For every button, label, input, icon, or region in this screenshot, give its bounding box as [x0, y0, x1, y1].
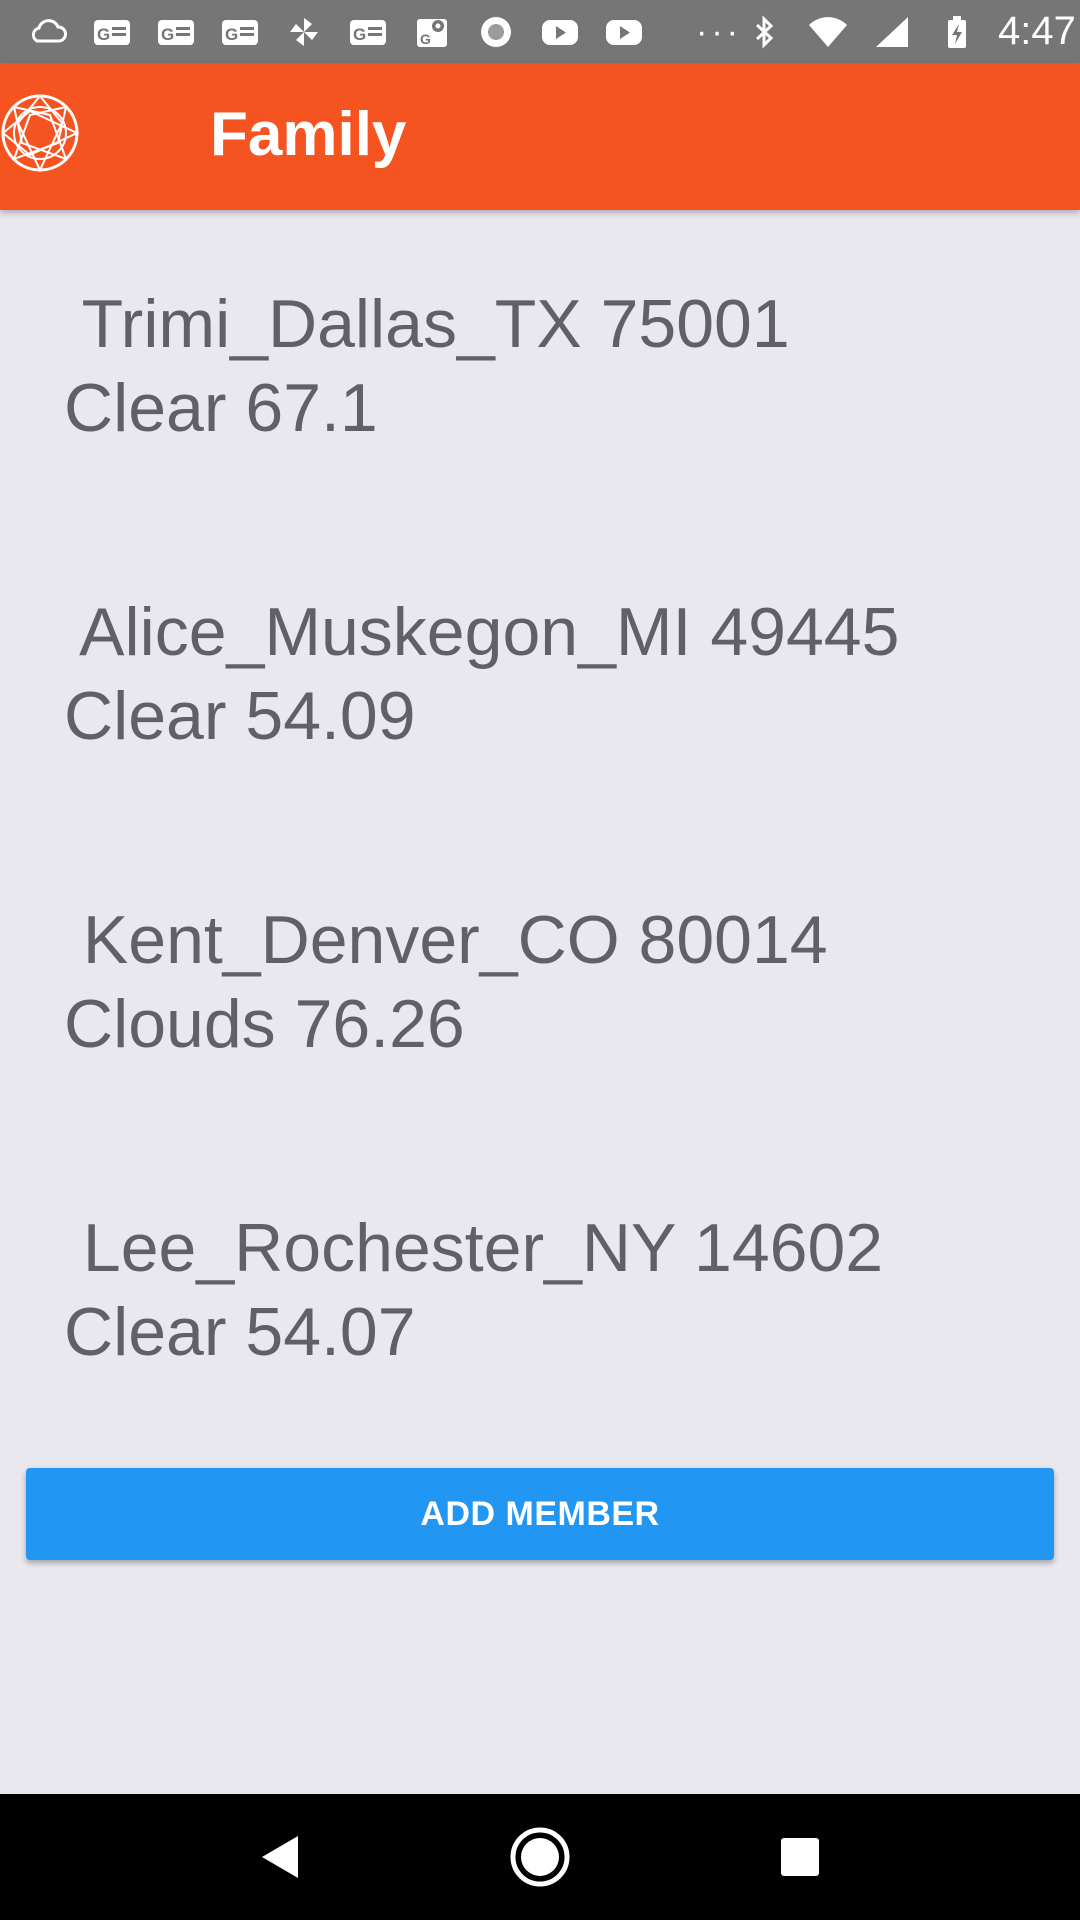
svg-text:G: G [161, 25, 174, 44]
news-icon: G [346, 14, 390, 50]
wifi-icon [806, 14, 850, 50]
navigation-bar [0, 1794, 1080, 1920]
system-icons: 4:47 [742, 9, 1076, 54]
home-icon[interactable] [500, 1817, 580, 1897]
news-icon: G [90, 14, 134, 50]
member-weather: Clouds 76.26 [64, 986, 465, 1062]
svg-text:G: G [97, 25, 110, 44]
member-weather: Clear 67.1 [64, 370, 378, 446]
bluetooth-icon [742, 14, 786, 50]
notification-icons: G G G G G ··· [26, 14, 742, 50]
add-member-button[interactable]: ADD MEMBER [26, 1468, 1054, 1560]
back-icon[interactable] [240, 1817, 320, 1897]
battery-charging-icon [934, 14, 978, 50]
status-bar: G G G G G ··· 4:47 [0, 0, 1080, 63]
list-item[interactable]: Alice_Muskegon_MI 49445 Clear 54.09 [0, 590, 1080, 810]
screen: G G G G G ··· 4:47 Family Trimi_Dallas_T… [0, 0, 1080, 1920]
record-icon [474, 14, 518, 50]
status-time: 4:47 [997, 9, 1076, 53]
member-name: Lee_Rochester_NY 14602 [64, 1210, 884, 1286]
member-weather: Clear 54.07 [64, 1294, 416, 1370]
news-icon: G [154, 14, 198, 50]
svg-text:G: G [353, 25, 366, 44]
list-item[interactable]: Lee_Rochester_NY 14602 Clear 54.07 [0, 1206, 1080, 1426]
list-item[interactable]: Kent_Denver_CO 80014 Clouds 76.26 [0, 898, 1080, 1118]
svg-text:G: G [420, 31, 431, 47]
svg-text:G: G [225, 25, 238, 44]
cloud-icon [26, 14, 70, 50]
member-name: Trimi_Dallas_TX 75001 [64, 286, 790, 362]
member-name: Alice_Muskegon_MI 49445 [64, 594, 900, 670]
app-bar: Family [0, 63, 1080, 210]
member-weather: Clear 54.09 [64, 678, 416, 754]
news-icon: G [218, 14, 262, 50]
list-item[interactable]: Trimi_Dallas_TX 75001 Clear 67.1 [0, 282, 1080, 502]
page-title: Family [210, 100, 407, 169]
signal-icon [870, 14, 914, 50]
youtube-icon [538, 14, 582, 50]
more-notifications: ··· [696, 12, 742, 51]
maps-icon: G [410, 14, 454, 50]
youtube-icon [602, 14, 646, 50]
pinwheel-icon [282, 14, 326, 50]
app-logo-icon[interactable] [0, 93, 80, 173]
member-name: Kent_Denver_CO 80014 [64, 902, 828, 978]
recents-icon[interactable] [760, 1817, 840, 1897]
